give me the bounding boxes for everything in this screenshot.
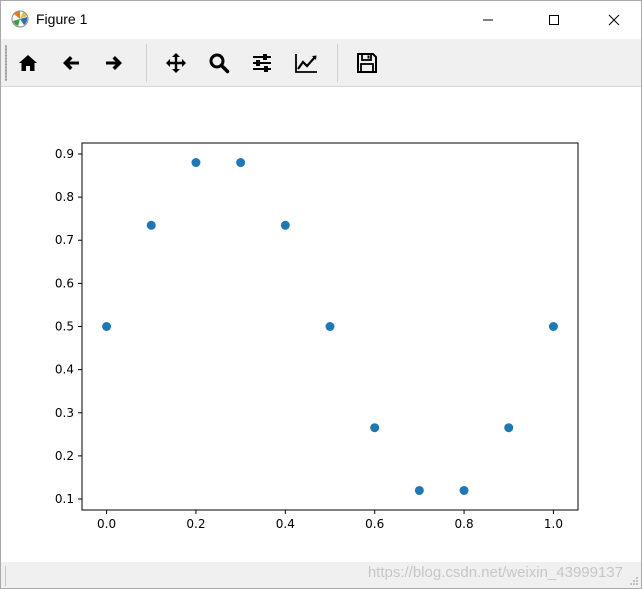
toolbar-grip[interactable] <box>5 45 7 81</box>
y-tick-label: 0.3 <box>55 406 74 420</box>
scatter-point <box>280 220 290 230</box>
sliders-icon <box>253 54 271 72</box>
watermark-text: https://blog.csdn.net/weixin_43999137 <box>367 564 623 581</box>
save-figure-button[interactable] <box>353 49 381 77</box>
matplotlib-logo-icon <box>11 10 29 28</box>
minimize-icon <box>483 19 493 21</box>
x-tick-label: 0.4 <box>276 517 295 531</box>
edit-axis-button[interactable] <box>291 49 319 77</box>
window-title: Figure 1 <box>36 11 88 27</box>
minimize-button[interactable] <box>465 1 511 39</box>
pan-button[interactable] <box>162 49 190 77</box>
resize-grip-icon[interactable] <box>629 576 639 586</box>
back-button[interactable] <box>57 49 85 77</box>
toolbar-separator <box>146 44 147 82</box>
home-icon <box>19 55 37 71</box>
title-bar[interactable]: Figure 1 <box>1 1 641 39</box>
status-bar: https://blog.csdn.net/weixin_43999137 <box>1 562 641 588</box>
x-tick-label: 1.0 <box>544 517 563 531</box>
y-tick-label: 0.7 <box>55 233 74 247</box>
maximize-button[interactable] <box>531 1 577 39</box>
scatter-point <box>459 485 469 495</box>
y-tick-label: 0.2 <box>55 449 74 463</box>
close-icon <box>608 14 620 26</box>
home-button[interactable] <box>14 49 42 77</box>
magnifier-icon <box>209 53 230 74</box>
scatter-point <box>146 220 156 230</box>
y-tick-label: 0.4 <box>55 363 74 377</box>
x-tick-label: 0.6 <box>365 517 384 531</box>
close-button[interactable] <box>591 1 637 39</box>
scatter-point <box>370 423 380 433</box>
y-tick-label: 0.1 <box>55 492 74 506</box>
x-tick-label: 0.0 <box>97 517 116 531</box>
floppy-disk-icon <box>357 53 377 73</box>
scatter-point <box>191 158 201 168</box>
y-tick-label: 0.6 <box>55 276 74 290</box>
move-icon <box>166 53 186 73</box>
zoom-button[interactable] <box>205 49 233 77</box>
x-tick-label: 0.2 <box>186 517 205 531</box>
x-tick-label: 0.8 <box>455 517 474 531</box>
scatter-point <box>325 322 335 331</box>
configure-subplots-button[interactable] <box>248 49 276 77</box>
maximize-icon <box>549 15 559 25</box>
y-tick-label: 0.5 <box>55 320 74 334</box>
y-tick-label: 0.9 <box>55 147 74 161</box>
scatter-point <box>102 322 112 331</box>
scatter-point <box>236 158 246 168</box>
scatter-point <box>504 423 514 433</box>
y-tick-label: 0.8 <box>55 190 74 204</box>
figure-canvas[interactable]: 0.0 0.2 0.4 0.6 0.8 1.0 0.1 0.2 0.3 0.4 0.5 0.6 0.7 0… <box>1 87 641 562</box>
arrow-left-icon <box>63 56 79 70</box>
toolbar-separator <box>337 44 338 82</box>
scatter-point <box>414 485 424 495</box>
line-chart-icon <box>295 54 317 73</box>
figure-window: Figure 1 0.0 0.2 0.4 0.6 0.8 1.0 0.1 0.2… <box>0 0 642 589</box>
forward-button[interactable] <box>100 49 128 77</box>
arrow-right-icon <box>106 56 122 70</box>
navigation-toolbar <box>1 39 641 87</box>
scatter-point <box>548 322 558 331</box>
status-divider <box>5 566 6 586</box>
scatter-plot: 0.0 0.2 0.4 0.6 0.8 1.0 0.1 0.2 0.3 0.4 0.5 0.6 0.7 0… <box>55 142 579 531</box>
